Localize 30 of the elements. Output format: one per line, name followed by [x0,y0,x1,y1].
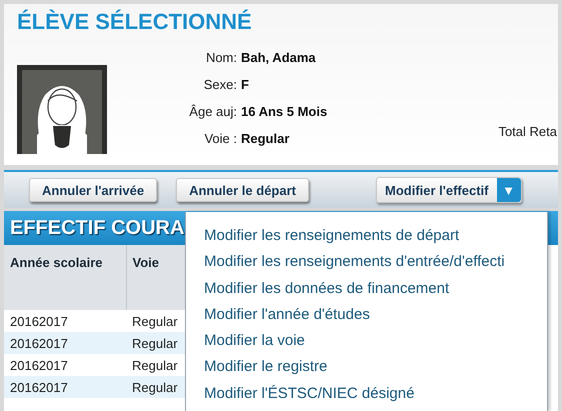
table-cell: 20162017 [4,376,126,398]
menu-item[interactable]: Modifier les renseignements d'entrée/d'effecti [204,249,547,276]
table-cell: Regular [126,332,185,354]
menu-item[interactable]: Modifier l'ÉSTSC/NIEC désigné [204,380,547,408]
column-header: Année scolaire [4,245,126,310]
panel-title: ÉLÈVE SÉLECTIONNÉ [17,8,253,36]
field-label: Total Reta [498,123,558,141]
field-value: Bah, Adama [241,49,317,67]
field-value: 16 Ans 5 Mois [241,103,328,121]
field-value: Regular [241,130,290,148]
action-button[interactable]: Annuler l'arrivée [29,178,158,202]
column-header: Voie [126,245,185,310]
table-cell: Regular [126,310,185,332]
dropdown-button[interactable]: Modifier l'effectif ▼ [376,177,522,203]
menu-item[interactable]: Modifier le registre [204,354,547,381]
menu-item[interactable]: Modifier la voie [204,328,547,354]
table-cell: Regular [126,376,185,398]
field-label: Sexe: [202,76,237,94]
field-label: Âge auj: [188,103,237,121]
field-label: Nom: [204,49,237,67]
field-label: Voie : [203,130,237,148]
table-cell: 20162017 [4,310,126,332]
menu-item[interactable]: Modifier l'année d'études [204,302,547,328]
field-value: F [241,76,250,94]
table-cell: 20162017 [4,332,126,354]
avatar-icon [17,65,107,154]
action-button[interactable]: Annuler le départ [176,178,309,202]
table-cell: 20162017 [4,354,126,376]
table-cell: Regular [126,354,185,376]
menu-item[interactable]: Modifier les données de financement [204,276,547,302]
